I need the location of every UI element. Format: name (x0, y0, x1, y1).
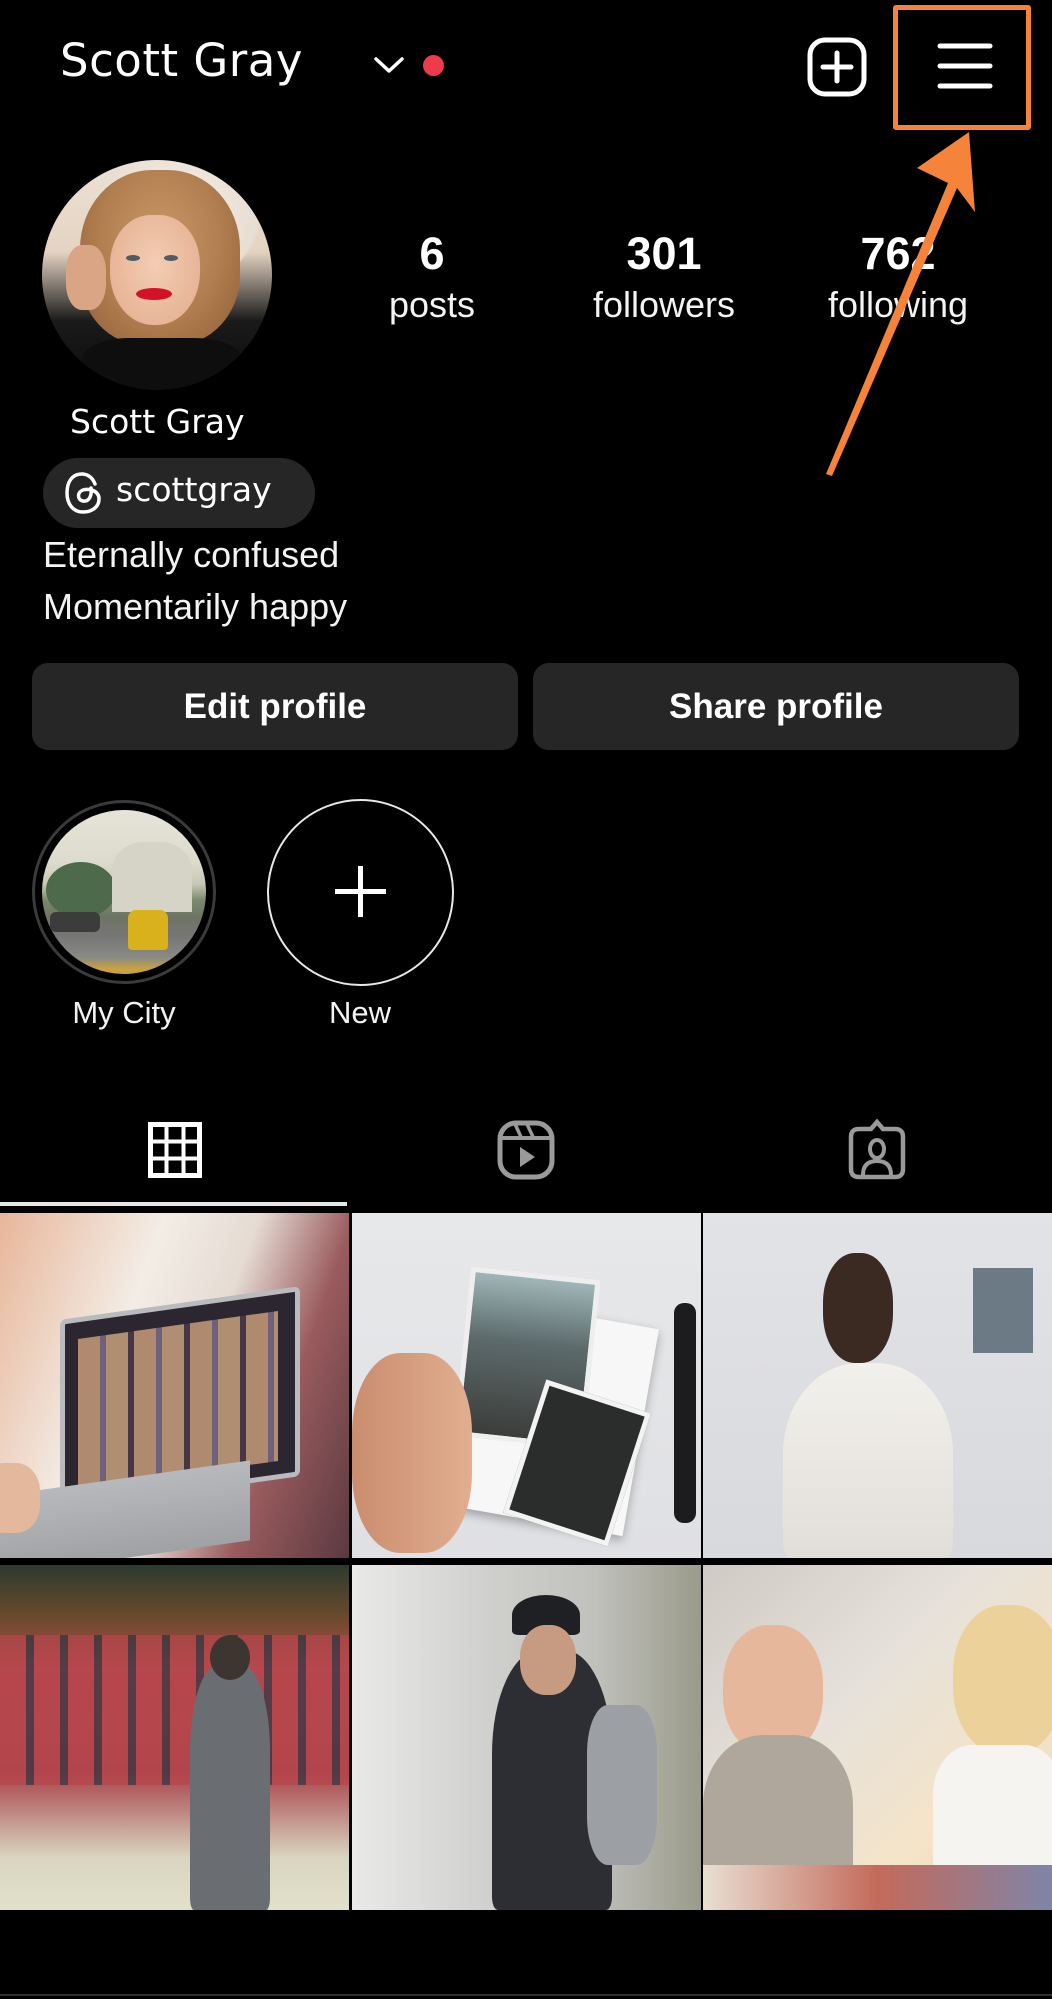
hamburger-menu-icon[interactable] (937, 40, 993, 92)
share-profile-button[interactable]: Share profile (533, 663, 1019, 750)
account-username[interactable]: Scott Gray (60, 34, 303, 87)
edit-profile-button[interactable]: Edit profile (32, 663, 518, 750)
active-tab-indicator (0, 1202, 347, 1206)
stat-posts[interactable]: 6 posts (322, 228, 542, 330)
highlight-cover-image (42, 810, 206, 974)
chevron-down-icon[interactable] (372, 54, 406, 76)
stat-label: posts (388, 283, 476, 325)
stat-following[interactable]: 762 following (788, 228, 1008, 330)
profile-avatar[interactable] (42, 160, 272, 390)
stat-value: 301 (626, 228, 702, 279)
tab-posts[interactable] (0, 1100, 350, 1200)
stat-value: 762 (860, 228, 936, 279)
divider (0, 1994, 1052, 1996)
post-thumbnail[interactable] (703, 1565, 1052, 1910)
highlight-label: New (328, 995, 391, 1030)
stat-label: followers (592, 283, 736, 325)
post-thumbnail[interactable] (0, 1213, 349, 1558)
notification-dot (423, 55, 444, 76)
stat-label: following (827, 283, 969, 325)
bio-line: Eternally confused (43, 534, 340, 575)
highlight-label: My City (72, 995, 176, 1030)
stat-value: 6 (419, 228, 445, 279)
plus-icon (335, 866, 386, 917)
tab-tagged[interactable] (701, 1100, 1052, 1200)
reels-icon (497, 1120, 554, 1180)
post-thumbnail[interactable] (352, 1565, 701, 1910)
post-thumbnail[interactable] (703, 1213, 1052, 1558)
tagged-person-icon (848, 1119, 905, 1180)
tab-reels[interactable] (350, 1100, 701, 1200)
bio-line: Momentarily happy (43, 586, 348, 627)
profile-display-name: Scott Gray (70, 402, 245, 441)
threads-icon (65, 472, 101, 514)
post-thumbnail[interactable] (0, 1565, 349, 1910)
grid-icon (148, 1122, 202, 1178)
threads-handle[interactable]: scottgray (116, 470, 272, 509)
plus-square-icon[interactable] (806, 36, 868, 98)
post-thumbnail[interactable] (352, 1213, 701, 1558)
stat-followers[interactable]: 301 followers (554, 228, 774, 330)
